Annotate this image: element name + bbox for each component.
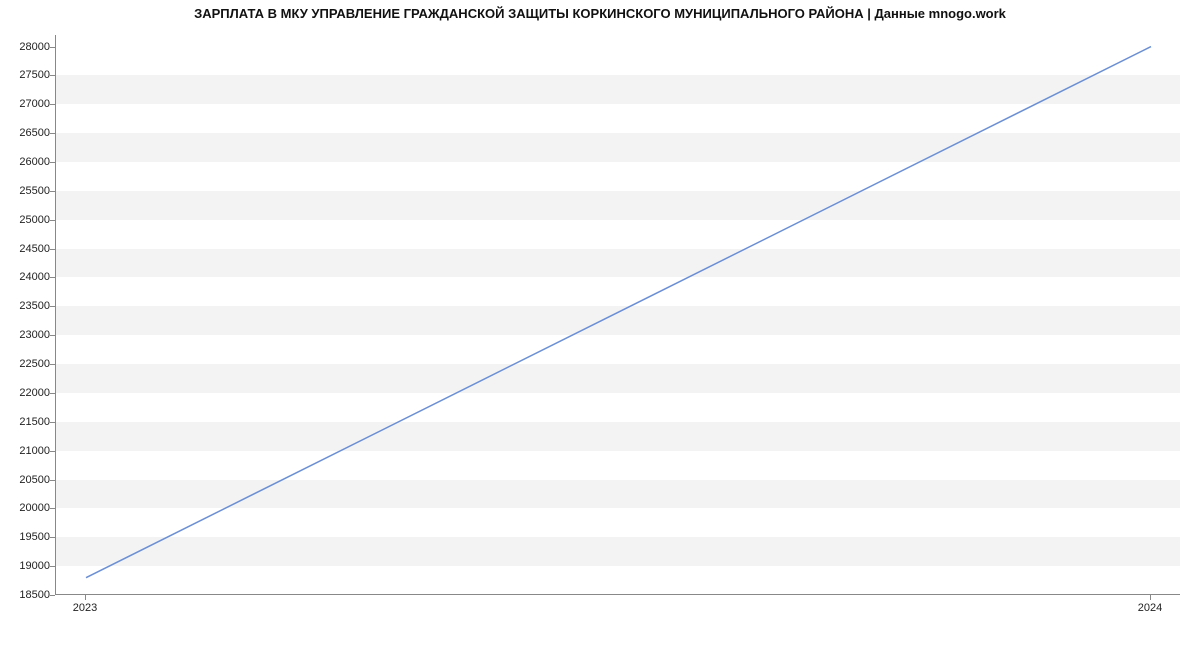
y-tick-label: 27500	[0, 69, 50, 81]
y-tick-label: 24000	[0, 271, 50, 283]
y-tick-label: 23000	[0, 329, 50, 341]
y-tick-label: 25000	[0, 214, 50, 226]
y-tick-label: 22000	[0, 387, 50, 399]
salary-line-chart: ЗАРПЛАТА В МКУ УПРАВЛЕНИЕ ГРАЖДАНСКОЙ ЗА…	[0, 0, 1200, 650]
y-tick-label: 24500	[0, 243, 50, 255]
y-tick-label: 27000	[0, 98, 50, 110]
y-tick-label: 19500	[0, 531, 50, 543]
y-tick-label: 21500	[0, 416, 50, 428]
y-tick-label: 20500	[0, 474, 50, 486]
series-line-svg	[56, 35, 1180, 594]
y-tick-label: 23500	[0, 300, 50, 312]
y-tick-label: 22500	[0, 358, 50, 370]
y-tick-label: 28000	[0, 41, 50, 53]
y-tick-label: 19000	[0, 560, 50, 572]
y-tick-mark	[50, 595, 55, 596]
x-tick-label: 2024	[1138, 602, 1162, 614]
y-tick-label: 18500	[0, 589, 50, 601]
y-tick-label: 26500	[0, 127, 50, 139]
plot-area	[55, 35, 1180, 595]
y-tick-label: 26000	[0, 156, 50, 168]
y-tick-label: 21000	[0, 445, 50, 457]
x-tick-mark	[1150, 595, 1151, 600]
series-line	[86, 47, 1151, 578]
chart-title: ЗАРПЛАТА В МКУ УПРАВЛЕНИЕ ГРАЖДАНСКОЙ ЗА…	[0, 6, 1200, 21]
x-tick-mark	[85, 595, 86, 600]
y-tick-label: 20000	[0, 502, 50, 514]
y-tick-label: 25500	[0, 185, 50, 197]
x-tick-label: 2023	[73, 602, 97, 614]
